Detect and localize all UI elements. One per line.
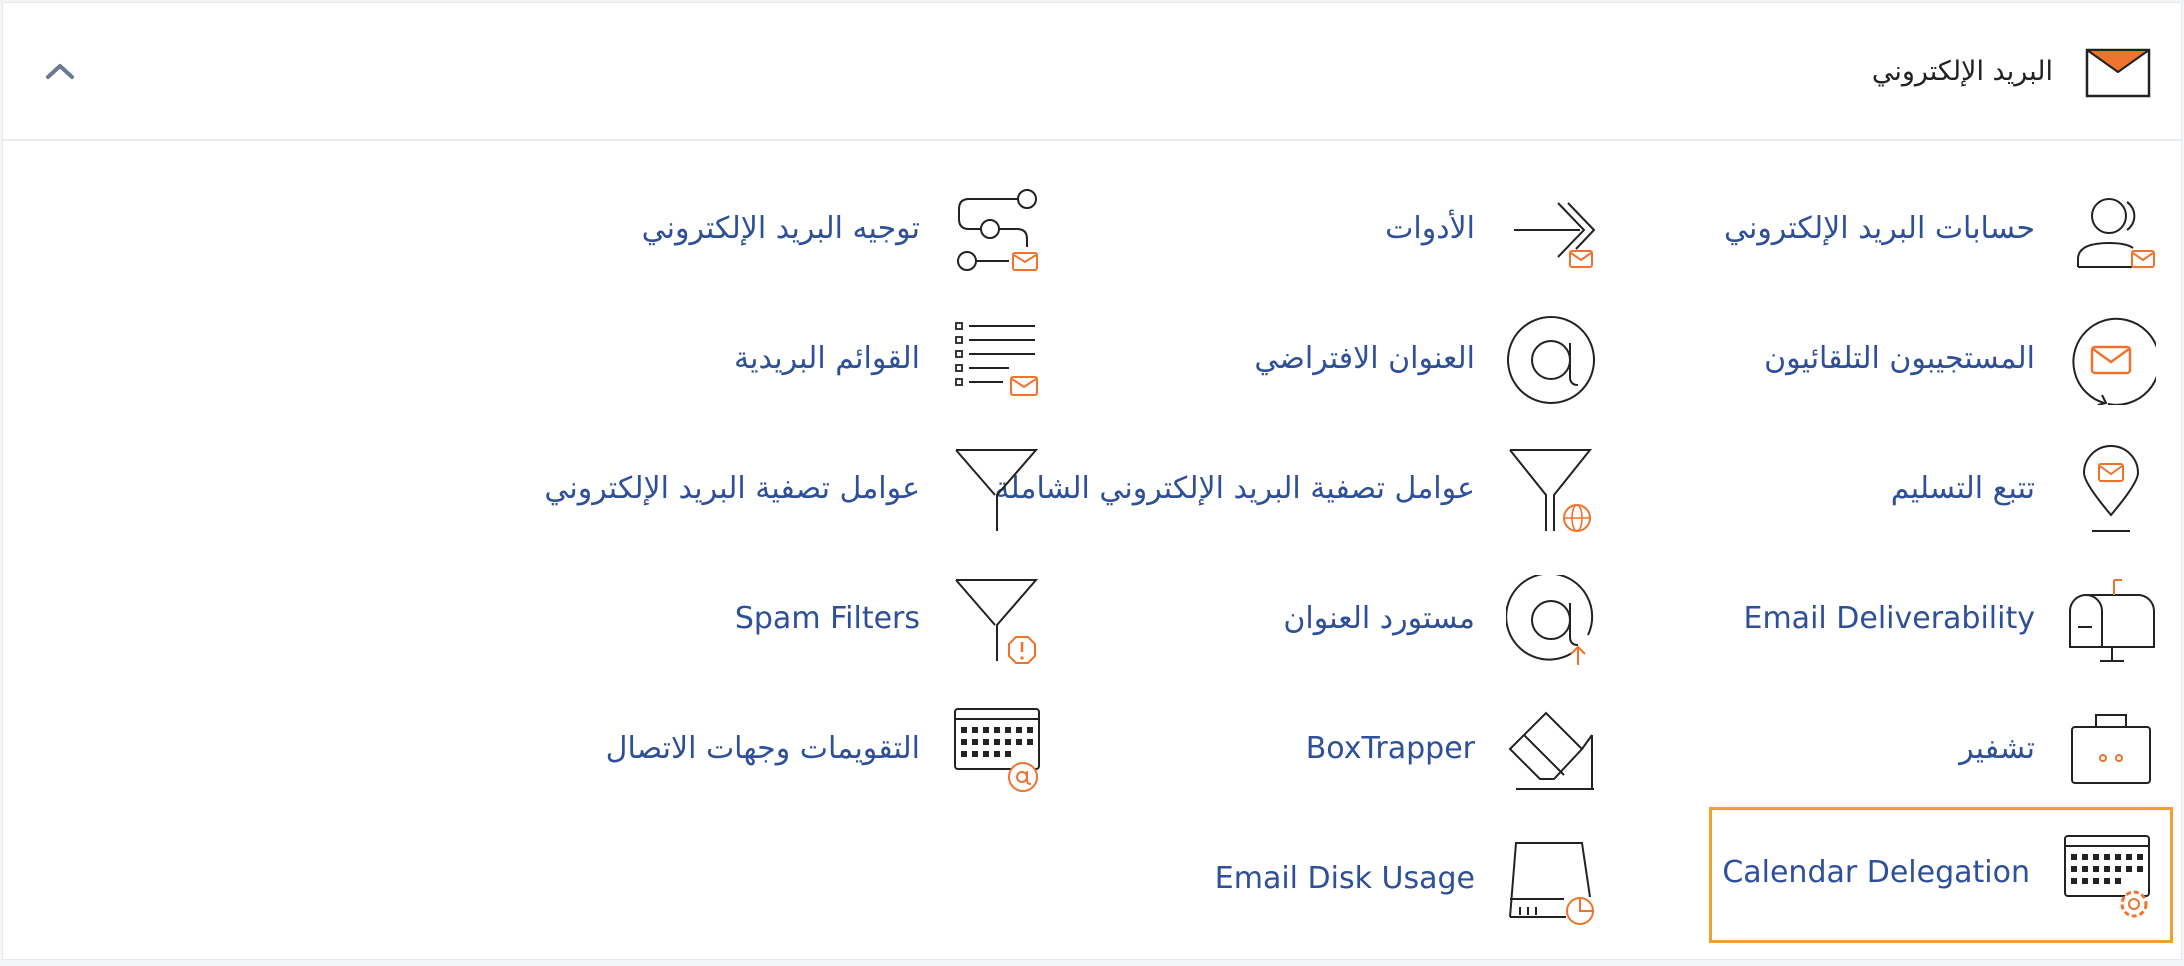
at-upload-icon: [1505, 572, 1596, 665]
calendar-at-icon: [951, 705, 1041, 795]
disk-pie-icon: [1506, 835, 1596, 925]
funnel-alert-icon: [951, 575, 1041, 665]
address-importer-link[interactable]: مستورد العنوان: [1198, 553, 1618, 683]
section-header[interactable]: البريد الإلكتروني: [3, 3, 2181, 141]
deliverability-label: Email Deliverability: [1743, 601, 2036, 636]
tools-label: الأدوات: [1385, 211, 1475, 246]
autorespond-icon: [2066, 315, 2161, 406]
spam-filters-link[interactable]: Spam Filters: [643, 553, 1063, 683]
global-filters-link[interactable]: عوامل تصفية البريد الإلكتروني الشاملة: [994, 423, 1618, 553]
mailing-lists-label: القوائم البريدية: [734, 341, 920, 376]
list-mail-icon: [951, 315, 1041, 405]
address-importer-label: مستورد العنوان: [1283, 601, 1475, 636]
funnel-globe-icon: [1506, 445, 1596, 535]
calendar-delegation-label: Calendar Delegation: [1722, 855, 2030, 890]
autoresponders-link[interactable]: المستجيبون التلقائيون: [1698, 293, 2178, 423]
calendars-contacts-link[interactable]: التقويمات وجهات الاتصال: [606, 683, 1063, 813]
map-pin-mail-icon: [2066, 445, 2156, 535]
disk-usage-label: Email Disk Usage: [1214, 861, 1475, 896]
route-icon: [951, 185, 1041, 275]
spam-filters-label: Spam Filters: [734, 601, 920, 636]
track-delivery-label: تتبع التسليم: [1890, 471, 2035, 506]
email-accounts-link[interactable]: حسابات البريد الإلكتروني: [1698, 163, 2178, 293]
user-mail-icon: [2066, 185, 2156, 275]
arrows-icon: [1506, 185, 1596, 275]
calendar-delegation-link[interactable]: Calendar Delegation: [1709, 807, 2173, 943]
forwarders-label: توجيه البريد الإلكتروني: [641, 211, 920, 246]
default-address-link[interactable]: العنوان الافتراضي: [1198, 293, 1618, 423]
autoresponders-label: المستجيبون التلقائيون: [1764, 341, 2035, 376]
calendars-contacts-label: التقويمات وجهات الاتصال: [605, 731, 920, 766]
mailbox-icon: [2066, 575, 2156, 665]
email-filters-label: عوامل تصفية البريد الإلكتروني: [544, 471, 920, 506]
email-accounts-label: حسابات البريد الإلكتروني: [1723, 211, 2035, 246]
encryption-label: تشفير: [1959, 731, 2035, 766]
tools-link[interactable]: الأدوات: [1198, 163, 1618, 293]
email-filters-link[interactable]: عوامل تصفية البريد الإلكتروني: [544, 423, 1063, 553]
at-icon: [1506, 315, 1596, 405]
email-section-panel: البريد الإلكتروني حسابات البريد الإلكترو…: [2, 2, 2182, 960]
envelope-icon: [2085, 48, 2151, 98]
mailing-lists-link[interactable]: القوائم البريدية: [643, 293, 1063, 423]
section-title: البريد الإلكتروني: [1871, 56, 2053, 87]
track-delivery-link[interactable]: تتبع التسليم: [1698, 423, 2178, 553]
forwarders-link[interactable]: توجيه البريد الإلكتروني: [641, 163, 1063, 293]
calendar-gear-icon: [2061, 830, 2151, 920]
chevron-up-icon[interactable]: [41, 55, 79, 87]
briefcase-lock-icon: [2066, 705, 2156, 795]
boxtrapper-label: BoxTrapper: [1305, 731, 1475, 766]
funnel-icon: [951, 445, 1041, 535]
eraser-icon: [1506, 705, 1596, 795]
boxtrapper-link[interactable]: BoxTrapper: [1198, 683, 1618, 813]
deliverability-link[interactable]: Email Deliverability: [1698, 553, 2178, 683]
default-address-label: العنوان الافتراضي: [1254, 341, 1475, 376]
encryption-link[interactable]: تشفير: [1698, 683, 2178, 813]
disk-usage-link[interactable]: Email Disk Usage: [1198, 813, 1618, 943]
global-filters-label: عوامل تصفية البريد الإلكتروني الشاملة: [994, 471, 1475, 506]
